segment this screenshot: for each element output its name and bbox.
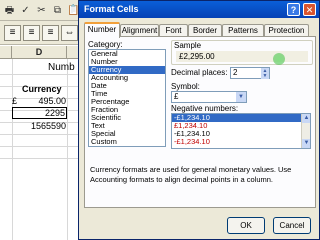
tab-number[interactable]: Number [84,22,120,38]
dialog-title-bar[interactable]: Format Cells [79,1,319,18]
symbol-select[interactable]: £ ▼ [171,91,247,103]
cell-value[interactable]: 495.00 [12,96,66,107]
decimal-places-label: Decimal places: [171,68,228,77]
align-left-icon[interactable]: ≡ [4,25,21,41]
spelling-icon[interactable]: ✓ [18,3,33,18]
negative-numbers-scrollbar[interactable]: ▲ ▼ [301,114,310,148]
cell-value[interactable]: 1565590 [12,121,66,132]
align-center-icon[interactable]: ≡ [23,25,40,41]
symbol-label: Symbol: [171,82,200,91]
decimal-places-input[interactable]: 2 ▲ ▼ [230,67,270,79]
excel-formatting-toolbar: ≡ ≡ ≡ ⇔ [0,21,80,45]
dialog-title: Format Cells [84,4,139,14]
worksheet[interactable]: D Numb Currency £ 495.00 2295 1565590 [0,46,80,240]
category-label: Category: [88,40,123,49]
category-listbox[interactable]: General Number Currency Accounting Date … [88,49,166,147]
active-cell[interactable]: 2295 [12,107,67,119]
spin-down-icon[interactable]: ▼ [261,73,269,79]
numbers-heading[interactable]: Numb [48,62,75,74]
cancel-button[interactable]: Cancel [273,217,311,234]
align-right-icon[interactable]: ≡ [42,25,59,41]
category-item-custom[interactable]: Custom [89,138,165,146]
negative-numbers-label: Negative numbers: [171,104,239,113]
ok-button[interactable]: OK [227,217,265,234]
negative-numbers-listbox[interactable]: -£1,234.10 £1,234.10 -£1,234.10 -£1,234.… [171,113,311,149]
format-cells-dialog: Format Cells ? ✕ Number Alignment Font B… [78,0,320,240]
symbol-value: £ [174,92,179,101]
category-description: Currency formats are used for general mo… [90,165,292,184]
sample-group: Sample £2,295.00 [171,40,313,65]
print-preview-icon[interactable]: 🖶 [2,3,17,18]
close-button[interactable]: ✕ [303,3,316,16]
decimal-places-value: 2 [233,68,238,77]
currency-heading[interactable]: Currency [22,84,62,95]
column-header-row: D [0,46,80,59]
column-header-d[interactable]: D [12,46,67,59]
cut-icon[interactable]: ✂ [34,3,49,18]
column-header-c[interactable] [0,46,12,59]
sample-preview: £2,295.00 [176,51,308,62]
copy-icon[interactable]: ⧉ [50,3,65,18]
sample-label: Sample [174,41,202,50]
chevron-down-icon[interactable]: ▼ [236,92,246,102]
negative-format-item[interactable]: -£1,234.10 [172,138,310,146]
scroll-down-icon[interactable]: ▼ [302,139,310,148]
merge-cells-icon[interactable]: ⇔ [61,25,78,41]
mouse-cursor-highlight [273,53,285,65]
excel-standard-toolbar: 🖶 ✓ ✂ ⧉ 📋 [0,0,80,21]
scroll-up-icon[interactable]: ▲ [302,114,310,123]
tab-strip: Number Alignment Font Border Patterns Pr… [84,22,316,38]
help-button[interactable]: ? [287,3,300,16]
